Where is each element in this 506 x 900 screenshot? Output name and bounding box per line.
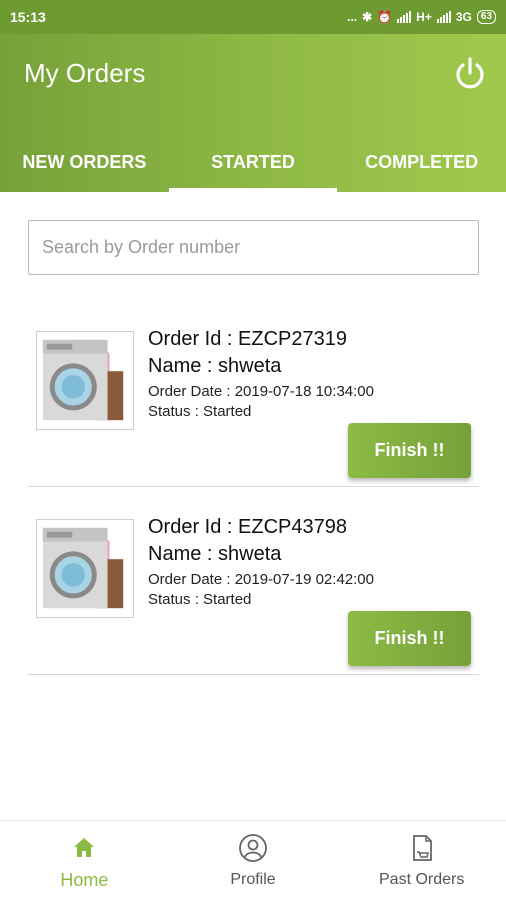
- order-name: Name : shweta: [148, 355, 282, 377]
- search-input[interactable]: [28, 220, 479, 275]
- profile-icon: [239, 834, 267, 862]
- bottom-navigation: Home Profile Past Orders: [0, 820, 506, 900]
- network-type-1: H+: [416, 10, 432, 24]
- page-title: My Orders: [24, 58, 146, 88]
- order-id: Order Id : EZCP27319: [148, 328, 347, 350]
- notification-dots: ...: [347, 10, 358, 24]
- order-name: Name : shweta: [148, 543, 282, 565]
- order-date: Order Date : 2019-07-18 10:34:00: [148, 383, 374, 400]
- nav-profile[interactable]: Profile: [169, 821, 338, 900]
- signal-icon-2: [436, 11, 451, 23]
- app-bar: My Orders NEW ORDERS STARTED COMPLETED: [0, 34, 506, 192]
- order-id: Order Id : EZCP43798: [148, 516, 347, 538]
- tab-new-orders[interactable]: NEW ORDERS: [0, 132, 169, 192]
- nav-home-label: Home: [60, 870, 109, 890]
- nav-past-orders-label: Past Orders: [379, 871, 465, 888]
- washing-machine-icon: [36, 519, 134, 618]
- order-card: Order Id : EZCP27319 Name : shweta Order…: [28, 300, 479, 487]
- past-orders-icon: [412, 835, 432, 861]
- signal-icon: [397, 11, 412, 23]
- status-time: 15:13: [10, 9, 46, 25]
- order-card: Order Id : EZCP43798 Name : shweta Order…: [28, 488, 479, 675]
- nav-past-orders[interactable]: Past Orders: [337, 821, 506, 900]
- order-tabs: NEW ORDERS STARTED COMPLETED: [0, 132, 506, 192]
- washing-machine-icon: [36, 331, 134, 430]
- order-status: Status : Started: [148, 403, 252, 420]
- network-type-2: 3G: [455, 10, 472, 24]
- nav-profile-label: Profile: [230, 871, 276, 888]
- status-bar: 15:13 ... ✱ ⏰ H+ 3G 63: [0, 0, 506, 34]
- power-icon[interactable]: [452, 56, 488, 92]
- finish-button[interactable]: Finish !!: [348, 423, 471, 478]
- nav-home[interactable]: Home: [0, 821, 169, 900]
- status-icons: ... ✱ ⏰ H+ 3G 63: [347, 10, 496, 24]
- tab-started[interactable]: STARTED: [168, 132, 338, 192]
- finish-button[interactable]: Finish !!: [348, 611, 471, 666]
- home-icon: [74, 838, 95, 857]
- bluetooth-icon: ✱: [362, 10, 373, 24]
- battery-icon: 63: [476, 10, 496, 24]
- alarm-icon: ⏰: [377, 10, 393, 24]
- order-date: Order Date : 2019-07-19 02:42:00: [148, 571, 374, 588]
- order-status: Status : Started: [148, 591, 252, 608]
- tab-completed[interactable]: COMPLETED: [337, 132, 506, 192]
